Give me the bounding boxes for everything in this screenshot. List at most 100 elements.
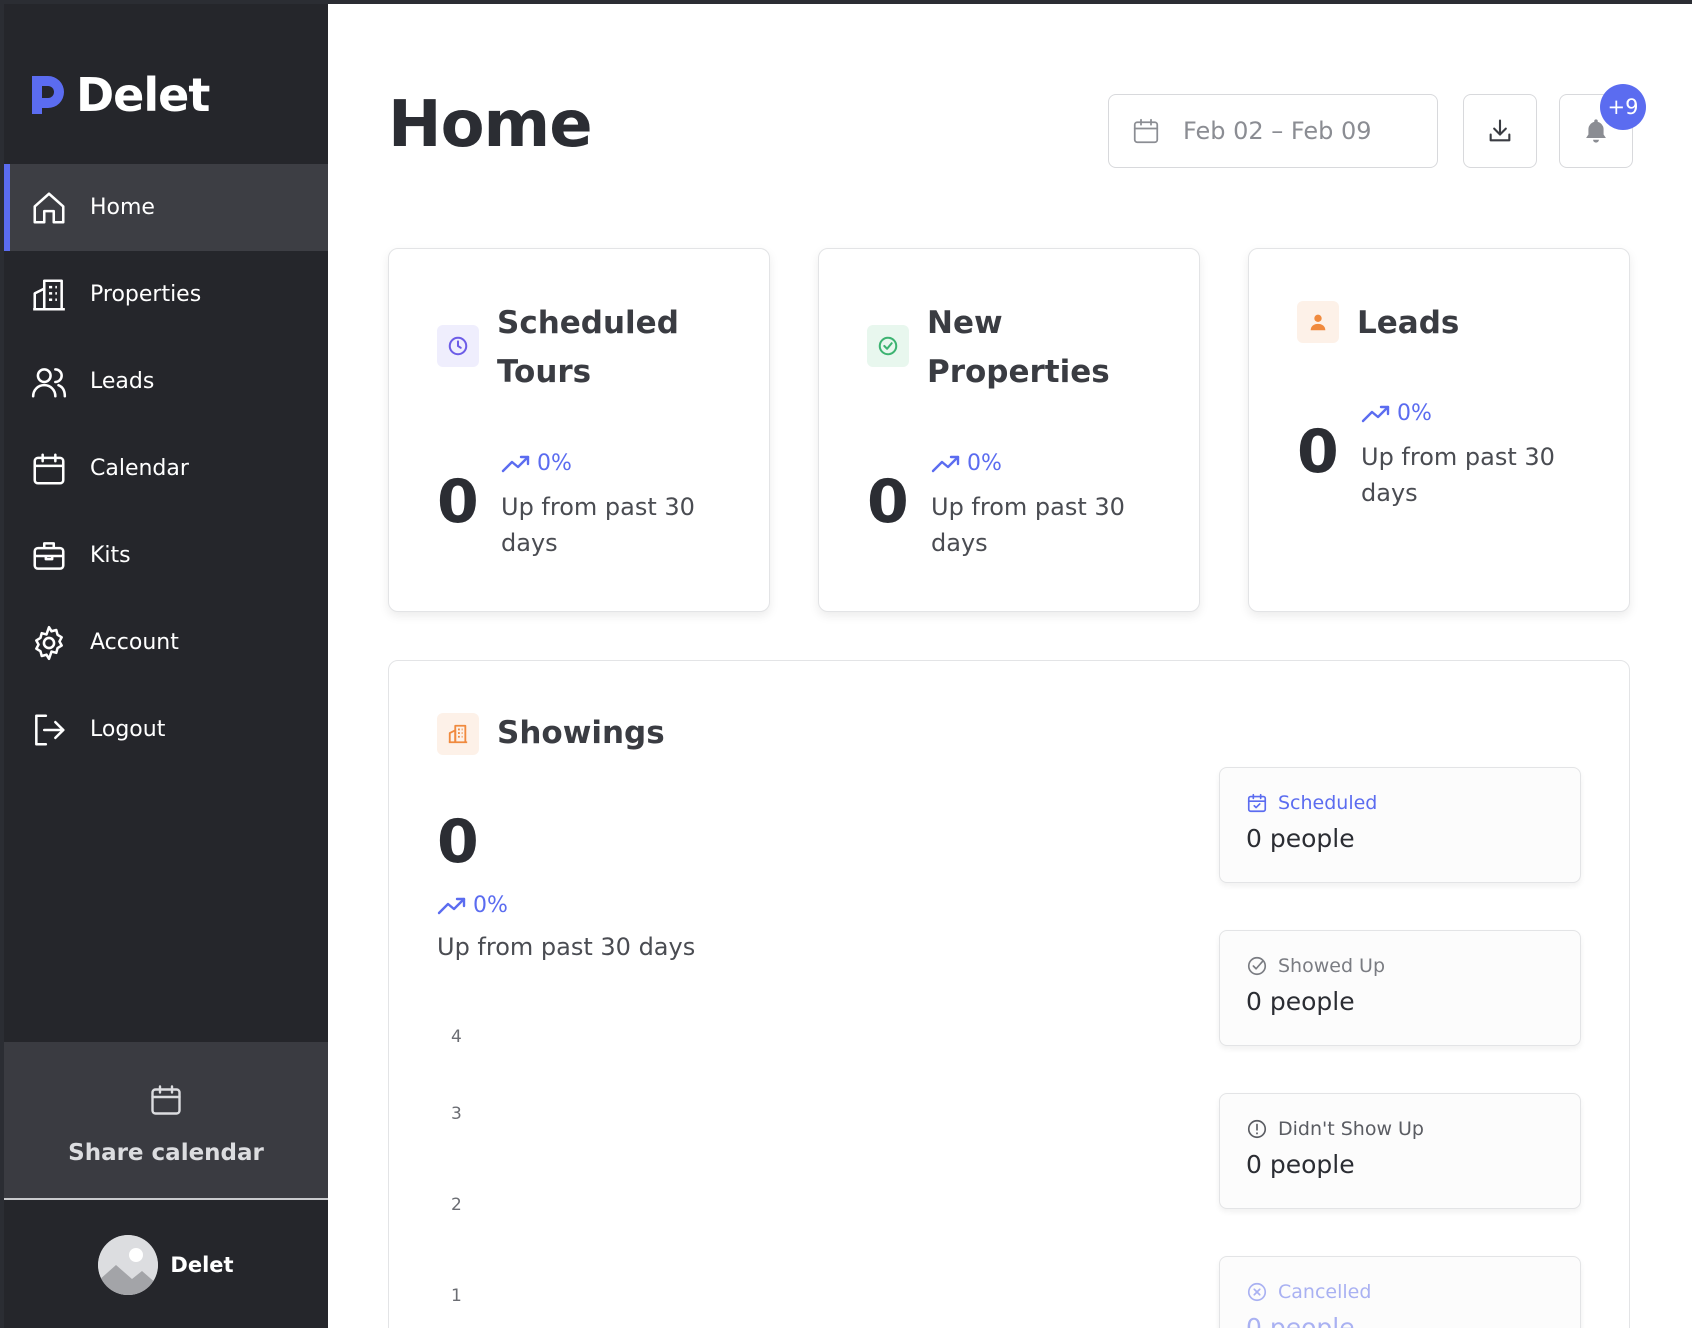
stat-header: Showed Up <box>1246 955 1385 977</box>
gear-icon <box>35 625 63 660</box>
stat-value: 0 people <box>1246 1150 1355 1179</box>
showings-title: Showings <box>497 715 665 751</box>
share-calendar-label: Share calendar <box>68 1140 264 1166</box>
calendar-icon <box>33 452 65 485</box>
sidebar-item-label: Home <box>90 195 155 220</box>
home-icon <box>33 191 65 224</box>
y-axis-tick: 3 <box>451 1104 462 1124</box>
trend-note: Up from past 30 days <box>437 933 696 961</box>
new-properties-card: New Properties 0 0% Up from past 30 days <box>818 248 1200 612</box>
clock-icon <box>448 336 468 356</box>
trend-percent: 0% <box>1397 401 1432 426</box>
sidebar-item-calendar[interactable]: Calendar <box>4 425 328 512</box>
trending-up-icon <box>931 455 960 472</box>
card-value: 0 <box>1297 417 1339 487</box>
sidebar-item-label: Account <box>90 630 179 655</box>
share-calendar-button[interactable]: Share calendar <box>4 1042 328 1200</box>
avatar <box>98 1235 159 1295</box>
card-icon-wrapper <box>867 325 909 367</box>
y-axis-tick: 2 <box>451 1195 462 1215</box>
x-circle-icon <box>1247 1282 1267 1302</box>
calendar-icon <box>151 1085 181 1115</box>
trending-up-icon <box>437 897 466 914</box>
stat-label: Showed Up <box>1278 955 1386 977</box>
card-title: New Properties <box>927 305 1110 390</box>
check-circle-icon <box>1247 956 1267 976</box>
scheduled-tours-card: Scheduled Tours 0 0% Up from past 30 day… <box>388 248 770 612</box>
trend-percent: 0% <box>473 893 508 918</box>
download-button[interactable] <box>1463 94 1537 168</box>
briefcase-icon <box>33 541 65 570</box>
sidebar-item-home[interactable]: Home <box>4 164 328 251</box>
trend-note: Up from past 30 days <box>1361 443 1555 507</box>
trend-indicator: 0% <box>437 893 508 918</box>
card-icon-wrapper <box>1297 301 1339 343</box>
brand-name: Delet <box>76 68 210 122</box>
trend-percent: 0% <box>967 451 1002 476</box>
main-content: Home Feb 02 – Feb 09 +9 Scheduled Tours … <box>328 4 1692 1328</box>
stat-scheduled[interactable]: Scheduled 0 people <box>1219 767 1581 883</box>
date-range-text: Feb 02 – Feb 09 <box>1183 117 1372 145</box>
sidebar-nav: Home Properties Leads Calendar Kits Acco… <box>4 164 328 773</box>
trend-indicator: 0% <box>1361 401 1432 426</box>
users-icon <box>31 367 67 398</box>
showings-panel: Showings 0 0% Up from past 30 days 4 3 2… <box>388 660 1630 1328</box>
alert-circle-icon <box>1247 1119 1267 1139</box>
card-title: Leads <box>1357 305 1460 341</box>
sidebar-item-kits[interactable]: Kits <box>4 512 328 599</box>
stat-header: Didn't Show Up <box>1246 1118 1424 1140</box>
stat-cancelled[interactable]: Cancelled 0 people <box>1219 1256 1581 1328</box>
trend-indicator: 0% <box>931 451 1002 476</box>
logo-icon <box>32 76 64 114</box>
stat-label: Didn't Show Up <box>1278 1118 1424 1140</box>
stat-showed-up[interactable]: Showed Up 0 people <box>1219 930 1581 1046</box>
sidebar-item-logout[interactable]: Logout <box>4 686 328 773</box>
stat-value: 0 people <box>1246 824 1355 853</box>
stat-value: 0 people <box>1246 1313 1355 1328</box>
trend-note: Up from past 30 days <box>931 493 1125 557</box>
sidebar-item-label: Logout <box>90 717 166 742</box>
leads-card: Leads 0 0% Up from past 30 days <box>1248 248 1630 612</box>
sidebar-item-label: Leads <box>90 369 155 394</box>
building-icon <box>33 278 65 311</box>
avatar-placeholder-icon <box>98 1235 159 1295</box>
trending-up-icon <box>1361 405 1390 422</box>
brand-logo[interactable]: Delet <box>28 68 210 122</box>
sidebar: Delet Home Properties Leads Calendar Kit… <box>4 4 328 1328</box>
trend-percent: 0% <box>537 451 572 476</box>
sidebar-item-leads[interactable]: Leads <box>4 338 328 425</box>
trend-indicator: 0% <box>501 451 572 476</box>
card-icon-wrapper <box>437 325 479 367</box>
card-icon-wrapper <box>437 713 479 755</box>
page-title: Home <box>388 88 593 162</box>
user-name: Delet <box>170 1253 234 1277</box>
trend-note: Up from past 30 days <box>501 493 695 557</box>
stat-label: Cancelled <box>1278 1281 1372 1303</box>
stat-header: Scheduled <box>1246 792 1377 814</box>
calendar-check-icon <box>1247 793 1267 813</box>
sidebar-item-label: Properties <box>90 282 202 307</box>
sidebar-item-label: Kits <box>90 543 131 568</box>
notification-count-badge: +9 <box>1600 84 1646 130</box>
date-range-picker[interactable]: Feb 02 – Feb 09 <box>1108 94 1438 168</box>
showings-value: 0 <box>437 807 479 877</box>
stat-value: 0 people <box>1246 987 1355 1016</box>
card-title: Scheduled Tours <box>497 305 679 390</box>
card-value: 0 <box>437 467 479 537</box>
card-value: 0 <box>867 467 909 537</box>
user-profile[interactable]: Delet <box>4 1202 328 1328</box>
logout-icon <box>35 713 65 746</box>
y-axis-tick: 1 <box>451 1286 462 1306</box>
stat-didnt-show-up[interactable]: Didn't Show Up 0 people <box>1219 1093 1581 1209</box>
calendar-icon <box>1133 118 1159 144</box>
trending-up-icon <box>501 455 530 472</box>
download-icon <box>1489 119 1511 142</box>
stat-header: Cancelled <box>1246 1281 1371 1303</box>
person-icon <box>1310 314 1326 331</box>
check-circle-icon <box>878 336 898 356</box>
sidebar-item-properties[interactable]: Properties <box>4 251 328 338</box>
sidebar-item-account[interactable]: Account <box>4 599 328 686</box>
sidebar-item-label: Calendar <box>90 456 189 481</box>
building-icon <box>448 724 468 744</box>
stat-label: Scheduled <box>1278 792 1378 814</box>
